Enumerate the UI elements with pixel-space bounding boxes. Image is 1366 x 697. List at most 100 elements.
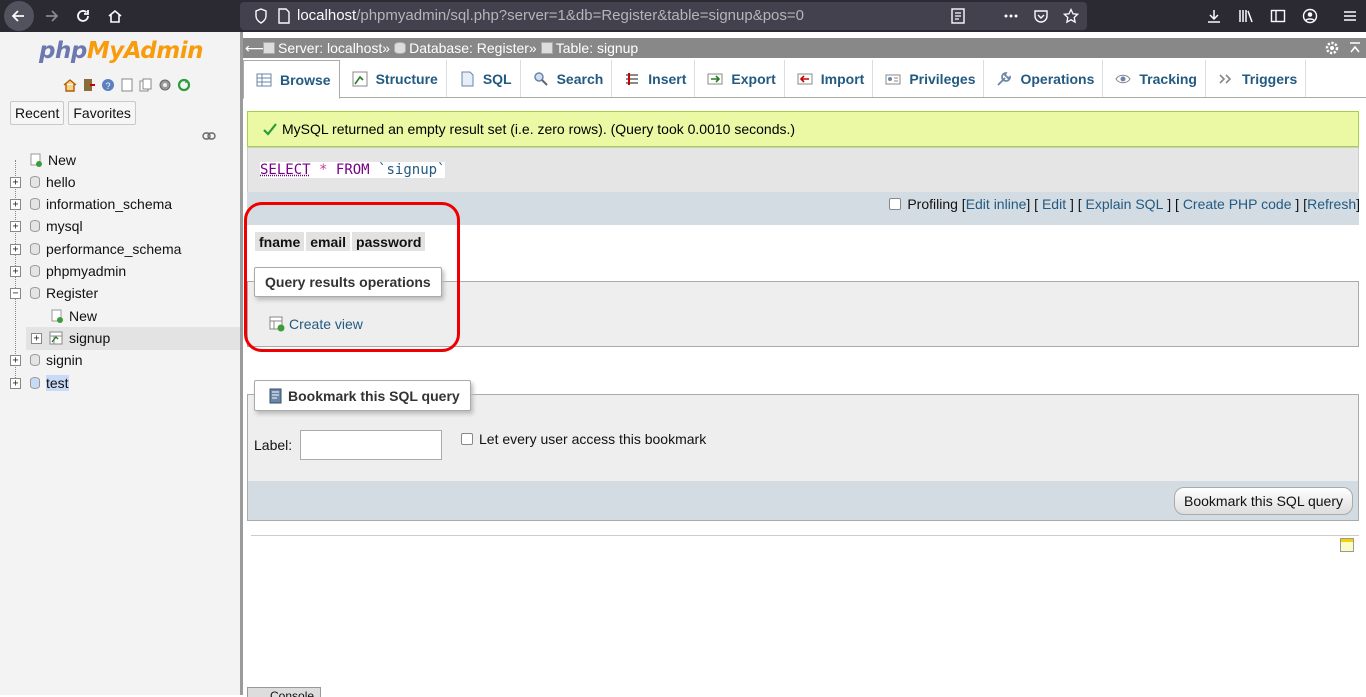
tab-tracking[interactable]: Tracking [1103,60,1206,97]
expand-icon[interactable]: + [10,199,21,210]
console-tab[interactable]: Console [247,687,321,697]
sql-operator: * [319,162,328,178]
refresh-link[interactable]: Refresh [1307,196,1356,212]
collapse-nav-arrow-icon[interactable]: ⟵ [245,40,265,57]
expand-icon[interactable]: + [10,266,21,277]
pocket-icon[interactable] [1033,8,1049,24]
bookmark-star-icon[interactable] [1063,8,1079,24]
bookmark-submit-button[interactable]: Bookmark this SQL query [1174,487,1353,515]
breadcrumb-table[interactable]: Table: signup [537,40,638,56]
collapse-top-icon[interactable] [1348,41,1362,55]
database-icon [30,176,40,188]
collapse-icon[interactable]: − [10,288,21,299]
share-bookmark-option[interactable]: Let every user access this bookmark [461,431,706,447]
share-bookmark-checkbox[interactable] [461,433,473,445]
page-info-icon[interactable] [278,8,290,24]
sql-table-name: `signup` [378,162,446,178]
new-db-icon [30,153,42,167]
home-icon[interactable] [62,77,78,93]
reload-button[interactable] [67,0,99,32]
tab-label: Import [820,70,865,87]
tab-structure[interactable]: Structure [340,60,447,97]
tab-sql[interactable]: SQL [447,60,521,97]
edit-inline-link[interactable]: Edit inline [966,196,1027,212]
account-button[interactable] [1294,0,1326,32]
settings-icon[interactable] [157,77,173,93]
tab-triggers[interactable]: Triggers [1206,60,1307,97]
sql-query-code[interactable]: SELECT * FROM `signup` [260,162,446,178]
reader-view-icon[interactable] [951,8,965,24]
favorites-tab[interactable]: Favorites [68,101,136,125]
note-icon[interactable] [1340,538,1354,552]
logout-icon[interactable] [81,77,97,93]
tree-item-table-signup[interactable]: signup [49,327,110,349]
gear-icon[interactable] [1324,40,1340,56]
phpmyadmin-logo[interactable]: phpMyAdmin [39,38,203,64]
tree-item-db[interactable]: mysql [30,215,83,237]
tree-item-db[interactable]: phpmyadmin [30,260,126,282]
account-icon [1302,8,1318,24]
tab-import[interactable]: Import [785,60,874,97]
sidebar-button[interactable] [1262,0,1294,32]
tree-item-db[interactable]: hello [30,171,76,193]
shield-icon[interactable] [254,8,268,24]
breadcrumb-server[interactable]: Server: localhost [259,40,382,56]
tab-export[interactable]: Export [695,60,785,97]
back-button[interactable] [3,0,35,32]
tree-item-db-test[interactable]: test [30,372,69,394]
bookmark-label-input[interactable] [300,430,442,460]
main-content: ⟵ Server: localhost » Database: Register… [243,32,1366,697]
tree-item-new[interactable]: New [30,149,76,171]
tab-privileges[interactable]: Privileges [873,60,985,97]
more-actions-icon[interactable] [1003,8,1019,24]
expand-icon[interactable]: + [10,355,21,366]
tab-insert[interactable]: Insert [612,60,696,97]
tab-label: Search [556,70,604,87]
library-button[interactable] [1230,0,1262,32]
database-icon [30,354,40,366]
database-icon [30,220,40,232]
tab-label: Triggers [1241,70,1298,87]
breadcrumb-database[interactable]: Database: Register [390,40,529,56]
expand-icon[interactable]: + [10,378,21,389]
tree-item-db[interactable]: signin [30,349,83,371]
url-bar[interactable]: localhost/phpmyadmin/sql.php?server=1&db… [240,2,1087,30]
docs-icon[interactable] [119,77,135,93]
tree-item-db[interactable]: performance_schema [30,238,181,260]
menu-button[interactable] [1334,0,1366,32]
tree-label: information_schema [46,196,173,212]
tree-item-db-register[interactable]: Register [30,282,98,304]
expand-icon[interactable]: + [10,244,21,255]
database-icon [30,265,40,277]
forward-arrow-icon [46,10,59,22]
downloads-button[interactable] [1198,0,1230,32]
profiling-checkbox[interactable] [889,198,902,210]
explain-sql-link[interactable]: Explain SQL [1086,196,1164,212]
tab-operations[interactable]: Operations [984,60,1104,97]
expand-icon[interactable]: + [10,177,21,188]
sql-keyword: FROM [335,162,370,178]
expand-icon[interactable]: + [10,221,21,232]
tab-search[interactable]: Search [521,60,613,97]
tree-item-db[interactable]: information_schema [30,193,172,215]
link-with-main-icon[interactable] [202,131,216,141]
create-php-code-link[interactable]: Create PHP code [1183,196,1292,212]
tree-item-new-table[interactable]: New [51,305,97,327]
forward-button[interactable] [35,0,67,32]
home-button[interactable] [99,0,131,32]
url-text[interactable]: localhost/phpmyadmin/sql.php?server=1&db… [297,7,804,24]
wrench-icon [997,71,1012,86]
help-icon[interactable]: ? [100,77,116,93]
copy-icon[interactable] [138,77,154,93]
edit-link[interactable]: Edit [1042,196,1066,212]
expand-icon[interactable]: + [31,333,42,344]
share-bookmark-label: Let every user access this bookmark [479,431,707,447]
breadcrumb: ⟵ Server: localhost » Database: Register… [243,38,1366,58]
logo-part-myadmin: MyAdmin [86,38,204,64]
tab-browse[interactable]: Browse [243,60,340,99]
url-path: /phpmyadmin/sql.php?server=1&db=Register… [356,7,804,24]
database-icon [30,243,40,255]
tree-label: phpmyadmin [46,263,127,279]
reload-nav-icon[interactable] [176,77,192,93]
recent-tab[interactable]: Recent [10,101,65,125]
